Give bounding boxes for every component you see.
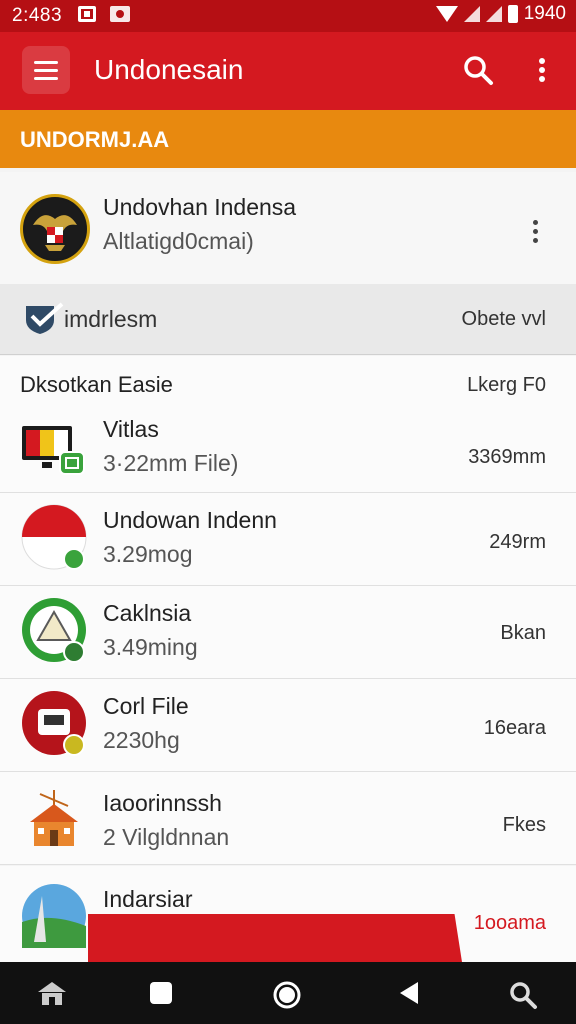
banner-label: UNDORMJ.AA <box>20 127 170 152</box>
item-right-text: Fkes <box>502 814 546 836</box>
tv-icon <box>22 426 85 475</box>
toolbox-icon <box>22 691 86 756</box>
shield-check-icon <box>26 302 64 334</box>
item-title: Indarsiar <box>103 886 193 912</box>
menu-icon <box>34 61 58 64</box>
signal-icon <box>463 6 480 22</box>
search-nav-icon[interactable] <box>508 980 538 1010</box>
list-item[interactable]: Caklnsia 3.49ming Bkan <box>0 586 576 679</box>
signal-icon-2 <box>485 6 502 22</box>
system-nav-bar <box>0 962 576 1024</box>
section-label: imdrlesm <box>64 306 158 332</box>
item-subtitle: 2230hg <box>103 727 180 753</box>
flag-ball-icon <box>21 504 87 570</box>
menu-icon-line <box>34 77 58 80</box>
item-subtitle: 3.49ming <box>103 634 198 660</box>
item-title: Iaoorinnssh <box>103 790 222 816</box>
status-battery-time: 1940 <box>523 3 566 24</box>
profile-subtitle: Altlatigd0cmai) <box>103 228 254 254</box>
house-icon <box>30 790 78 846</box>
item-title: Corl File <box>103 693 189 719</box>
tent-icon <box>22 598 86 663</box>
item-right-text: 3369mm <box>468 446 546 468</box>
photo-notification-icon <box>110 6 130 22</box>
profile-row[interactable]: Undovhan Indensa Altlatigd0cmai) <box>0 172 576 285</box>
item-title: Vitlas <box>103 416 159 442</box>
menu-icon-line <box>34 69 58 72</box>
item-subtitle: 2 Vilgldnnan <box>103 824 230 850</box>
list-header: Dksotkan Easie Lkerg F0 <box>0 356 576 413</box>
section-right-text: Obete vvl <box>461 308 546 330</box>
landscape-icon <box>22 884 86 948</box>
list-item[interactable]: Indarsiar 1ooama <box>0 866 576 962</box>
item-title: Caklnsia <box>103 600 192 626</box>
back-icon[interactable] <box>396 980 422 1006</box>
profile-more-button[interactable] <box>532 220 540 246</box>
app-title: Undonesain <box>94 54 244 85</box>
list-item[interactable]: Vitlas 3·22mm File) 3369mm <box>0 412 576 493</box>
item-right-text: 249rm <box>489 531 546 553</box>
item-right-text: Bkan <box>500 622 546 644</box>
status-time: 2:483 <box>12 5 63 26</box>
section-row[interactable]: imdrlesm Obete vvl <box>0 284 576 355</box>
status-bar: 2:483 1940 <box>0 0 576 32</box>
more-options-button[interactable] <box>530 52 554 88</box>
item-right-text: 16eara <box>483 717 546 739</box>
menu-button[interactable] <box>22 46 70 94</box>
search-button[interactable] <box>460 52 496 88</box>
recents-icon[interactable] <box>148 980 174 1006</box>
list-item[interactable]: Undowan Indenn 3.29mog 249rm <box>0 493 576 586</box>
item-right-text: 1ooama <box>473 912 546 934</box>
home-store-icon[interactable] <box>36 980 68 1008</box>
home-icon[interactable] <box>272 980 302 1010</box>
more-vert-icon <box>539 58 545 82</box>
app-toolbar: Undonesain <box>0 32 576 110</box>
category-banner[interactable]: UNDORMJ.AA <box>0 110 576 168</box>
item-progress-strip <box>88 914 462 962</box>
item-title: Undowan Indenn <box>103 507 277 533</box>
search-icon <box>464 56 493 85</box>
list-header-title: Dksotkan Easie <box>20 372 173 397</box>
item-subtitle: 3.29mog <box>103 541 193 567</box>
garuda-emblem-icon <box>25 199 85 259</box>
battery-icon <box>507 5 518 23</box>
wifi-icon <box>435 6 458 22</box>
list-item[interactable]: Iaoorinnssh 2 Vilgldnnan Fkes <box>0 772 576 865</box>
notification-icon <box>78 6 96 22</box>
list-header-right: Lkerg F0 <box>467 374 546 396</box>
profile-name: Undovhan Indensa <box>103 194 297 220</box>
item-subtitle: 3·22mm File) <box>103 450 239 476</box>
list-item[interactable]: Corl File 2230hg 16eara <box>0 679 576 772</box>
emblem-avatar <box>20 194 90 264</box>
